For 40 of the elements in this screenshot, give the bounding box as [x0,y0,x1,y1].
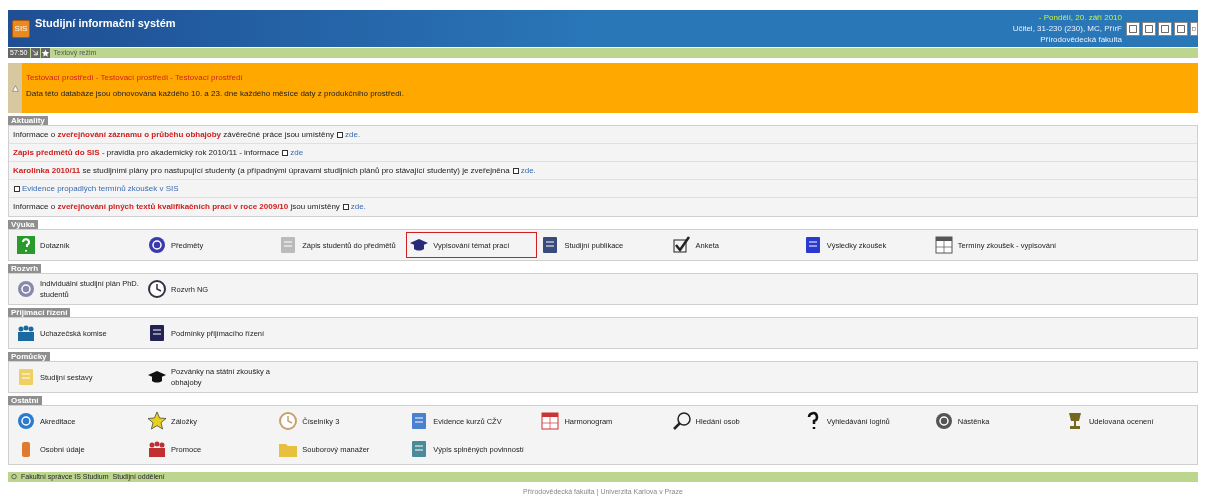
date-text: - Pondělí, 20. září 2010 [1038,12,1122,23]
news-text: Informace o zveřejňování plných textů kvalifikačních prací v roce 2009/10 jsou umístěny [13,201,340,213]
role-text: Učitel, 31-230 (230), MC, PřírF [1012,23,1122,34]
news-link[interactable]: zde. [350,201,366,213]
section-label: Výuka [8,220,38,229]
document-icon [342,204,349,210]
section-label: Ostatní [8,396,42,405]
document-icon [337,131,343,138]
clock-icon [278,411,299,431]
question-icon [16,235,36,255]
news-link[interactable]: zde. [345,128,361,141]
calendar-icon [933,235,954,255]
section-label: Aktuality [8,116,48,125]
arrow-icon[interactable] [30,48,40,58]
document-icon [282,149,289,156]
news-text: Karolinka 2010/11 se studijními plány pro nastupující studenty (a případnými úpravami studijních plánů pro stávající studenty) je zveřejněna [13,164,510,177]
checkmark-icon [671,235,692,255]
calendar-icon [540,411,561,431]
magnifier-icon [671,411,692,431]
section-label: Pomůcky [8,352,50,361]
document-icon [512,167,519,174]
news-link[interactable]: zde [290,146,304,159]
clock-icon [147,279,168,299]
news-link[interactable]: zde. [520,164,536,177]
people-icon [16,323,36,343]
news-link[interactable]: Evidence propadlých termínů zkoušek v SIS [22,182,179,195]
news-text: Informace o zveřejňování záznamu o průběhu obhajoby závěrečné práce jsou umístěny [13,128,334,141]
faculty-text: Přírodovědecká fakulta [1040,34,1122,45]
star-icon [147,411,168,431]
section-label: Přijímací řízení [8,308,71,317]
star-icon[interactable] [40,48,50,58]
app-title: Studijní informační systém [35,16,176,31]
notice-text: Data této databáze jsou obnovována každého 10. a 23. dne každého měsíce daty z produkčního prostředí. [26,89,405,99]
document-icon [14,185,20,192]
note-icon [16,367,36,387]
section-label: Rozvrh [8,264,42,273]
people-icon [147,439,168,459]
warning-icon [11,84,19,92]
notice-title: Testovací prostředí - Testovací prostředí - Testovací prostředí [26,73,244,83]
news-text: Zápis předmětů do SIS - pravidla pro akademický rok 2010/11 - informace [13,146,280,159]
